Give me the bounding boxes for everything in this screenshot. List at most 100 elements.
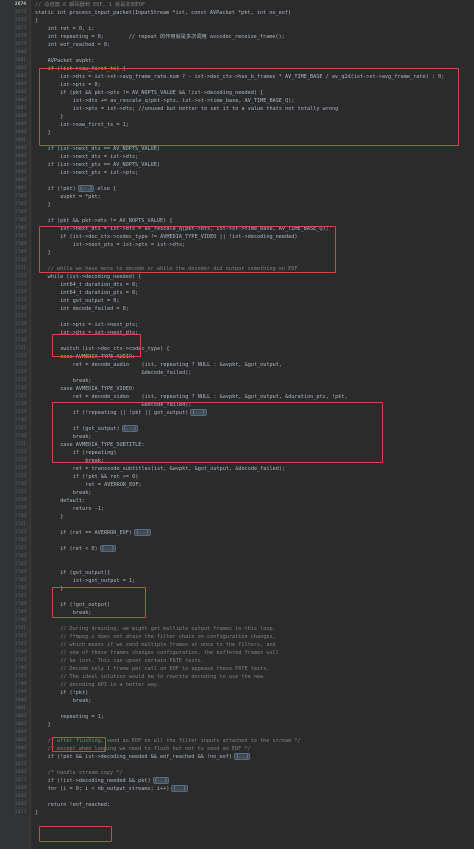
code-line[interactable]: 2759 return -1; [15,505,474,513]
code-line[interactable]: 2697 if (!pkt) {...} else { [15,185,474,193]
code-line[interactable]: 2677 int ret = 0, i; [15,25,474,33]
code-line[interactable]: 2694 if (ist->next_pts == AV_NOPTS_VALUE) [15,161,474,169]
code-line[interactable]: 2758 default: [15,497,474,505]
code-line[interactable]: 2707 if (ist->dec_ctx->codec_type != AVME… [15,233,474,241]
code-line[interactable]: 2676 { [15,17,474,25]
code-line[interactable]: 2804 [15,729,474,737]
code-line[interactable]: 2706 ist->next_dts = ist->dts = av_rescal… [15,225,474,233]
code-line[interactable]: 2756 ret = AVERROR_EOF; [15,481,474,489]
code-line[interactable]: 2754 ret = transcode_subtitles(ist, &avpk… [15,465,474,473]
folded-region-button[interactable]: {...} [152,777,170,784]
code-line[interactable]: 2713 int64_t duration_dts = 0; [15,281,474,289]
code-line[interactable]: 2767 if (ret < 0) {...} [15,545,474,553]
code-line[interactable]: 2782 [15,553,474,561]
code-line[interactable]: 2721 switch (ist->dec_ctx->codec_type) { [15,345,474,353]
code-line[interactable]: 2683 ist->dts = ist->st->avg_frame_rate.n… [15,73,474,81]
folded-region-button[interactable]: {...} [121,425,139,432]
code-line[interactable]: 2760} [15,513,474,521]
code-line[interactable]: 2725 break; [15,377,474,385]
code-line[interactable]: 2815 [15,761,474,769]
code-line[interactable]: 2791 // During draining, we might get mul… [15,625,474,633]
code-line[interactable]: 2801 [15,705,474,713]
code-line[interactable]: 2685 if (pkt && pkt->pts != AV_NOPTS_VALU… [15,89,474,97]
code-line[interactable]: 2750 break; [15,433,474,441]
code-line[interactable]: 2766 [15,537,474,545]
code-line[interactable]: 2704 [15,209,474,217]
code-line[interactable]: 2727 ret = decode_video (ist, repeating ?… [15,393,474,401]
code-line[interactable]: 2729 if (!repeating || !pkt || got_output… [15,409,474,417]
code-line[interactable]: 2716 int decode_failed = 0; [15,305,474,313]
code-line[interactable]: 2762 if (ret == AVERROR_EOF) {...} [15,529,474,537]
code-line[interactable]: 2681 AVPacket avpkt; [15,57,474,65]
code-line[interactable]: 2720 [15,337,474,345]
code-line[interactable]: 2757 break; [15,489,474,497]
code-line[interactable]: 2686 ist->dts += av_rescale_q(pkt->pts, i… [15,97,474,105]
code-line[interactable]: 2687 ist->pts = ist->dts; //unused but be… [15,105,474,113]
folded-region-button[interactable]: {...} [77,185,95,192]
code-line[interactable]: 2793 // which means if we send multiple f… [15,641,474,649]
code-line[interactable]: 2837} [15,809,474,817]
code-line[interactable]: 2675 static int process_input_packet(Inpu… [15,9,474,17]
folded-region-button[interactable]: {...} [171,785,189,792]
folded-region-button[interactable]: {...} [134,529,151,536]
code-line[interactable]: 2679 int eof_reached = 0; [15,41,474,49]
code-line[interactable]: 2835 [15,793,474,801]
code-line[interactable]: 2805 /* after flushing, send an EOF on al… [15,737,474,745]
code-line[interactable]: 2799 if (!pkt) [15,689,474,697]
code-line[interactable]: 2746 [15,417,474,425]
code-line[interactable]: 2828 for (i = 0; i < nb_output_streams; i… [15,785,474,793]
code-line[interactable]: 2784 if (got_output){ [15,569,474,577]
code-area[interactable]: 2674 // 总结篇 6 解码器到 EOF, 1 就是本到EOF 2675 stat… [15,0,474,849]
code-line[interactable]: 2696 [15,177,474,185]
code-line[interactable]: 2783 [15,561,474,569]
code-line[interactable]: 2722 case AVMEDIA_TYPE_AUDIO: [15,353,474,361]
code-line[interactable]: 2674 // 总结篇 6 解码器到 EOF, 1 就是本到EOF [15,1,474,9]
code-line[interactable]: 2719 ist->dts = ist->next_dts; [15,329,474,337]
folded-region-button[interactable]: {...} [99,545,117,552]
code-line[interactable]: 2807 if (!pkt && ist->decoding_needed && … [15,753,474,761]
code-line[interactable]: 2792 // ffmpeg.c does not drain the filte… [15,633,474,641]
code-line[interactable]: 2728 &decode_failed); [15,401,474,409]
code-line[interactable]: 2797 // The ideal solution would be to re… [15,673,474,681]
code-line[interactable]: 2747 if (got_output) {...} [15,425,474,433]
code-line[interactable]: 2680 [15,49,474,57]
code-line[interactable]: 2790 [15,617,474,625]
code-line[interactable]: 2788 if (!got_output) [15,601,474,609]
code-line[interactable]: 2795 // be lost. This can upset certain F… [15,657,474,665]
code-line[interactable]: 2695 ist->next_pts = ist->pts; [15,169,474,177]
code-line[interactable]: 2787 [15,593,474,601]
code-line[interactable]: 2708 ist->next_pts = ist->pts = ist->dts; [15,241,474,249]
code-line[interactable]: 2691 [15,137,474,145]
folded-region-button[interactable]: {...} [190,409,207,416]
folded-region-button[interactable]: {...} [233,753,251,760]
code-line[interactable]: 2796 // Decode only 1 frame per call on E… [15,665,474,673]
code-line[interactable]: 2816 /* handle stream copy */ [15,769,474,777]
code-line[interactable]: 2717 [15,313,474,321]
code-line[interactable]: 2682 if (!ist->saw_first_ts) { [15,65,474,73]
code-line[interactable]: 2712 while (ist->decoding_needed) { [15,273,474,281]
code-line[interactable]: 2692 if (ist->next_dts == AV_NOPTS_VALUE) [15,145,474,153]
code-line[interactable]: 2836 return !eof_reached; [15,801,474,809]
code-line[interactable]: 2785 ist->got_output = 1; [15,577,474,585]
code-line[interactable]: 2709} [15,249,474,257]
code-line[interactable]: 2711 // while we have more to decode or w… [15,265,474,273]
code-line[interactable]: 2751 case AVMEDIA_TYPE_SUBTITLE: [15,441,474,449]
code-line[interactable]: 2688} [15,113,474,121]
code-line[interactable]: 2803} [15,721,474,729]
code-line[interactable]: 2726 case AVMEDIA_TYPE_VIDEO: [15,385,474,393]
code-line[interactable]: 2786} [15,585,474,593]
code-line[interactable]: 2794 // one of those frames changes confi… [15,649,474,657]
code-line[interactable]: 2723 ret = decode_audio (ist, repeating ?… [15,361,474,369]
code-line[interactable]: 2817 if (!ist->decoding_needed && pkt) {..… [15,777,474,785]
code-line[interactable]: 2710 [15,257,474,265]
code-line[interactable]: 2755 if (!pkt && ret >= 0) [15,473,474,481]
code-line[interactable]: 2714 int64_t duration_pts = 0; [15,289,474,297]
code-line[interactable]: 2703} [15,201,474,209]
code-line[interactable]: 2753 break; [15,457,474,465]
code-line[interactable]: 2806 /* except when looping we need to fl… [15,745,474,753]
code-line[interactable]: 2752 if (repeating) [15,449,474,457]
code-line[interactable]: 2789 break; [15,609,474,617]
code-line[interactable]: 2693 ist->next_dts = ist->dts; [15,153,474,161]
code-line[interactable]: 2761 [15,521,474,529]
code-line[interactable]: 2800 break; [15,697,474,705]
